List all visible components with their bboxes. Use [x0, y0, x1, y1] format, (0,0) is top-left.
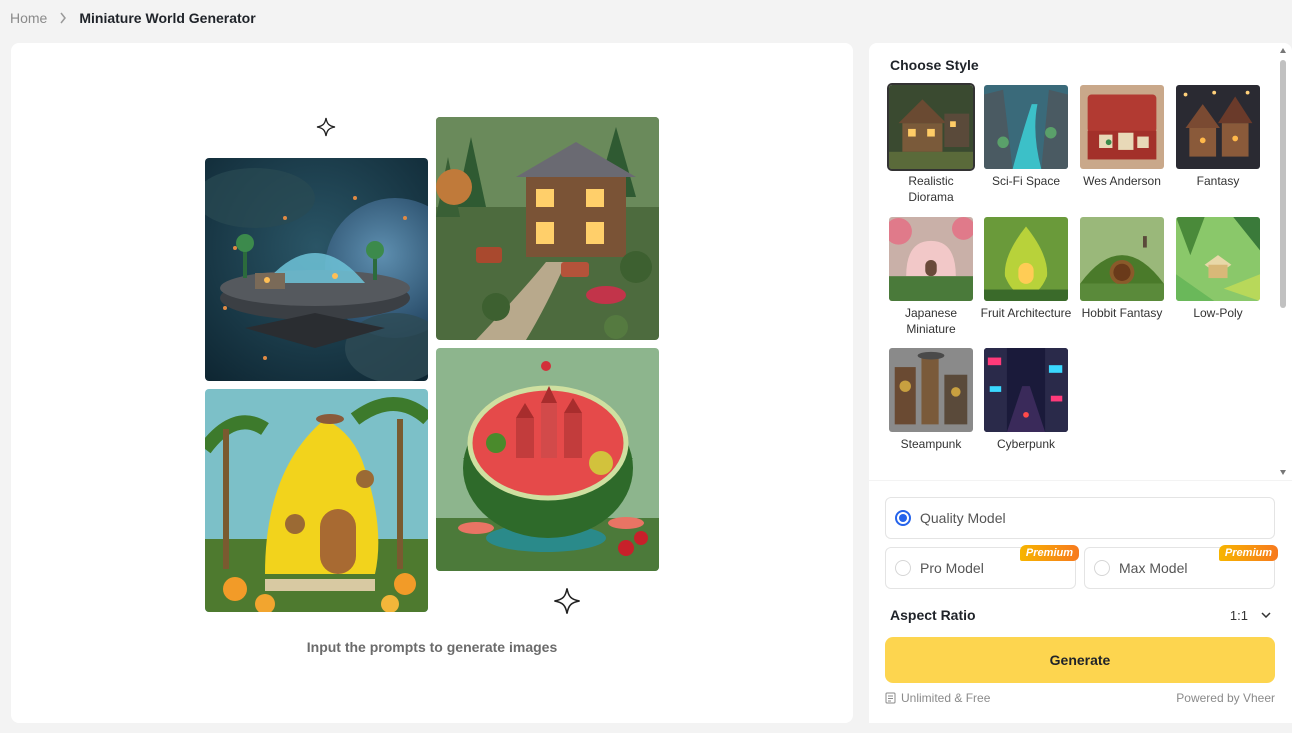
- chevron-right-icon: [59, 12, 67, 24]
- premium-badge: Premium: [1019, 545, 1079, 561]
- style-wes-anderson[interactable]: Wes Anderson: [1076, 83, 1168, 189]
- style-thumb: [887, 83, 975, 171]
- unlimited-free-text: Unlimited & Free: [901, 691, 991, 705]
- aspect-ratio-select[interactable]: 1:1: [1230, 605, 1276, 625]
- style-thumb: [887, 215, 975, 303]
- model-settings: Quality Model Pro Model Premium Max Mode…: [869, 481, 1292, 723]
- style-label: Fantasy: [1196, 174, 1240, 188]
- style-fantasy[interactable]: Fantasy: [1172, 83, 1264, 189]
- style-label: Cyberpunk: [996, 437, 1056, 451]
- unlimited-free-note: Unlimited & Free: [885, 691, 990, 705]
- chevron-down-icon[interactable]: [1256, 605, 1276, 625]
- choose-style-title: Choose Style: [890, 57, 979, 73]
- sparkle-icon: [553, 587, 581, 620]
- powered-by-link[interactable]: Powered by Vheer: [1176, 691, 1275, 705]
- generate-button[interactable]: Generate: [885, 637, 1275, 683]
- style-sci-fi-space[interactable]: Sci-Fi Space: [980, 83, 1072, 189]
- document-icon: [885, 692, 896, 704]
- style-steampunk[interactable]: Steampunk: [885, 346, 977, 452]
- style-label: Fruit Architecture: [980, 306, 1072, 320]
- premium-badge: Premium: [1218, 545, 1278, 561]
- radio-checked-icon[interactable]: [895, 510, 911, 526]
- style-thumb: [982, 215, 1070, 303]
- style-low-poly[interactable]: Low-Poly: [1172, 215, 1264, 321]
- style-hobbit-fantasy[interactable]: Hobbit Fantasy: [1076, 215, 1168, 321]
- style-label: Realistic Diorama: [908, 174, 954, 204]
- quality-model-option[interactable]: Quality Model: [885, 497, 1275, 539]
- aspect-ratio-value: 1:1: [1229, 607, 1248, 623]
- radio-unchecked-icon[interactable]: [895, 560, 911, 576]
- style-thumb: [982, 83, 1070, 171]
- breadcrumb: Home Miniature World Generator: [10, 8, 256, 28]
- style-thumb: [1078, 83, 1166, 171]
- style-thumb: [887, 346, 975, 434]
- preview-caption: Input the prompts to generate images: [306, 639, 558, 655]
- style-picker: Choose Style Realistic Diorama Sci-Fi Sp…: [869, 43, 1292, 480]
- preview-image-banana-house: [205, 389, 428, 612]
- footer-row: Unlimited & Free Powered by Vheer: [885, 691, 1275, 705]
- style-thumb: [1174, 215, 1262, 303]
- quality-model-label: Quality Model: [920, 510, 1006, 526]
- style-thumb: [1078, 215, 1166, 303]
- scroll-down-icon[interactable]: [1279, 468, 1287, 476]
- style-japanese-miniature[interactable]: Japanese Miniature: [885, 215, 977, 337]
- style-label: Low-Poly: [1193, 306, 1243, 320]
- page-title: Miniature World Generator: [79, 10, 256, 26]
- style-label: Japanese Miniature: [904, 306, 958, 336]
- style-realistic-diorama[interactable]: Realistic Diorama: [885, 83, 977, 205]
- sparkle-icon: [316, 117, 336, 142]
- breadcrumb-home-link[interactable]: Home: [10, 10, 47, 26]
- style-thumb: [1174, 83, 1262, 171]
- preview-image-space-station: [205, 158, 428, 381]
- style-label: Wes Anderson: [1083, 174, 1161, 188]
- max-model-label: Max Model: [1119, 560, 1188, 576]
- style-label: Sci-Fi Space: [991, 174, 1061, 188]
- scroll-up-icon[interactable]: [1279, 47, 1287, 55]
- style-thumb: [982, 346, 1070, 434]
- aspect-ratio-row: Aspect Ratio 1:1: [890, 604, 1276, 626]
- pro-model-label: Pro Model: [920, 560, 984, 576]
- max-model-option[interactable]: Max Model Premium: [1084, 545, 1278, 589]
- style-list-scrollbar[interactable]: [1278, 43, 1288, 480]
- scrollbar-thumb[interactable]: [1280, 60, 1286, 308]
- style-label: Hobbit Fantasy: [1081, 306, 1163, 320]
- preview-image-miniature-house: [436, 117, 659, 340]
- radio-unchecked-icon[interactable]: [1094, 560, 1110, 576]
- style-label: Steampunk: [900, 437, 962, 451]
- aspect-ratio-label: Aspect Ratio: [890, 607, 976, 623]
- settings-panel: Choose Style Realistic Diorama Sci-Fi Sp…: [869, 43, 1292, 723]
- style-fruit-architecture[interactable]: Fruit Architecture: [980, 215, 1072, 321]
- style-cyberpunk[interactable]: Cyberpunk: [980, 346, 1072, 452]
- preview-image-watermelon-city: [436, 348, 659, 571]
- pro-model-option[interactable]: Pro Model Premium: [885, 545, 1079, 589]
- preview-panel: Input the prompts to generate images: [11, 43, 853, 723]
